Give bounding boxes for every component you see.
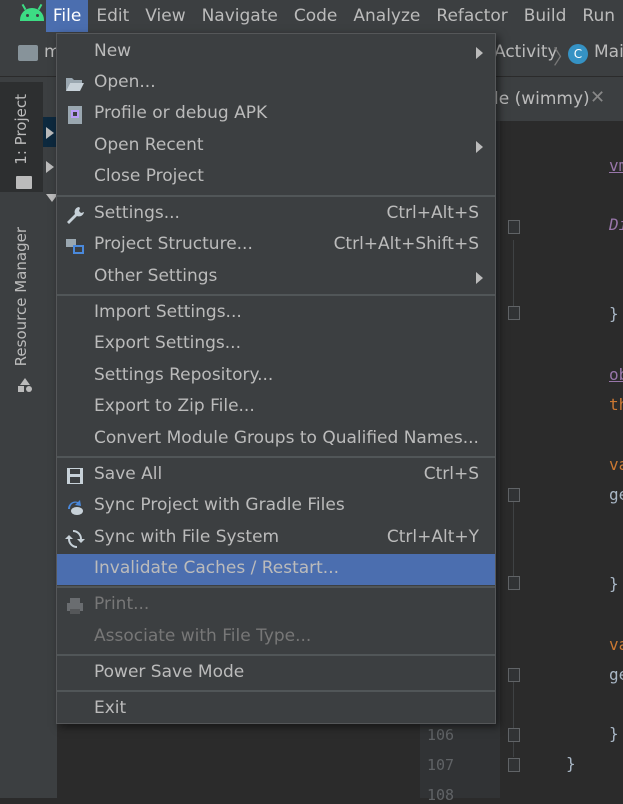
menu-separator <box>57 294 495 296</box>
code-token[interactable]: vm <box>609 156 623 175</box>
menu-item-exit[interactable]: Exit <box>57 694 495 725</box>
sync-icon <box>65 530 85 548</box>
menu-item-export-zip[interactable]: Export to Zip File... <box>57 392 495 423</box>
close-tab-icon[interactable]: ✕ <box>590 87 605 108</box>
fold-marker-icon[interactable] <box>508 728 520 742</box>
project-tree <box>43 77 58 798</box>
menu-separator <box>57 195 495 197</box>
resource-manager-tab[interactable]: Resource Manager <box>0 227 43 367</box>
code-token[interactable]: ge <box>609 485 623 504</box>
editor-tab[interactable]: le (wimmy) <box>494 89 590 109</box>
fold-marker-icon[interactable] <box>508 668 520 682</box>
menu-item-save-all[interactable]: Save All Ctrl+S <box>57 460 495 491</box>
menu-code[interactable]: Code <box>286 0 346 32</box>
menu-item-profile-apk[interactable]: Profile or debug APK <box>57 99 495 130</box>
menu-edit[interactable]: Edit <box>88 0 137 32</box>
fold-marker-icon[interactable] <box>508 576 520 590</box>
project-structure-icon <box>66 239 84 254</box>
wrench-icon <box>67 207 84 224</box>
save-icon <box>67 468 83 484</box>
left-tool-strip: 1: Project Resource Manager <box>0 77 43 798</box>
submenu-arrow-icon <box>476 272 483 284</box>
project-folder-icon <box>16 176 32 189</box>
menu-item-power-save-mode[interactable]: Power Save Mode <box>57 658 495 689</box>
menu-separator <box>57 654 495 656</box>
menu-item-project-structure[interactable]: Project Structure... Ctrl+Alt+Shift+S <box>57 230 495 261</box>
code-token[interactable]: va <box>609 635 623 654</box>
menu-run[interactable]: Run <box>574 0 623 32</box>
menu-build[interactable]: Build <box>516 0 575 32</box>
breadcrumb-activity[interactable]: Activity <box>494 42 558 62</box>
apk-icon <box>68 106 82 124</box>
tree-expand-icon[interactable] <box>46 127 54 139</box>
menu-item-import-settings[interactable]: Import Settings... <box>57 298 495 329</box>
code-token[interactable]: va <box>609 455 623 474</box>
file-menu-dropdown: New Open... Profile or debug APK Open Re… <box>56 33 496 724</box>
project-tab-label: 1: Project <box>12 94 30 165</box>
tree-expand-icon[interactable] <box>46 161 54 173</box>
menu-item-new[interactable]: New <box>57 37 495 68</box>
code-token[interactable]: ob <box>609 365 623 384</box>
fold-guide <box>513 682 514 757</box>
menu-item-export-settings[interactable]: Export Settings... <box>57 329 495 360</box>
android-studio-logo-icon <box>0 0 44 32</box>
menu-file[interactable]: File <box>45 0 89 32</box>
menu-item-sync-filesystem[interactable]: Sync with File System Ctrl+Alt+Y <box>57 523 495 554</box>
menu-item-associate-file-type[interactable]: Associate with File Type... <box>57 622 495 653</box>
menu-separator <box>57 586 495 588</box>
editor-tab-bar: le (wimmy) ✕ <box>494 77 623 121</box>
menu-item-close-project[interactable]: Close Project <box>57 162 495 193</box>
resource-manager-label: Resource Manager <box>12 227 30 367</box>
breadcrumb-file[interactable]: Mai <box>594 42 623 62</box>
menu-item-settings[interactable]: Settings... Ctrl+Alt+S <box>57 199 495 230</box>
menu-refactor[interactable]: Refactor <box>428 0 515 32</box>
line-number: 107 <box>427 756 455 774</box>
line-number: 106 <box>427 726 455 744</box>
fold-marker-icon[interactable] <box>508 758 520 772</box>
project-tool-tab[interactable]: 1: Project <box>0 82 43 192</box>
submenu-arrow-icon <box>476 47 483 59</box>
main-menu-bar: File Edit View Navigate Code Analyze Ref… <box>0 0 623 32</box>
menu-view[interactable]: View <box>137 0 193 32</box>
menu-separator <box>57 690 495 692</box>
fold-marker-icon[interactable] <box>508 306 520 320</box>
folder-icon <box>18 45 38 61</box>
menu-analyze[interactable]: Analyze <box>345 0 428 32</box>
menu-item-settings-repository[interactable]: Settings Repository... <box>57 361 495 392</box>
print-icon <box>67 598 83 614</box>
fold-guide <box>513 240 514 308</box>
menu-item-open[interactable]: Open... <box>57 68 495 99</box>
folder-open-icon <box>66 78 84 91</box>
kotlin-class-icon: C <box>568 44 588 64</box>
code-token[interactable]: } <box>609 724 619 743</box>
code-token[interactable]: th <box>609 395 623 414</box>
code-token[interactable]: Di <box>609 215 623 234</box>
menu-item-invalidate-caches[interactable]: Invalidate Caches / Restart... <box>57 554 495 585</box>
gradle-sync-icon <box>68 500 83 515</box>
menu-item-sync-gradle[interactable]: Sync Project with Gradle Files <box>57 491 495 522</box>
menu-item-convert-module-groups[interactable]: Convert Module Groups to Qualified Names… <box>57 424 495 455</box>
fold-marker-icon[interactable] <box>508 220 520 234</box>
code-token[interactable]: } <box>566 754 576 773</box>
menu-navigate[interactable]: Navigate <box>194 0 286 32</box>
menu-separator <box>57 456 495 458</box>
line-number: 108 <box>427 786 455 804</box>
fold-marker-icon[interactable] <box>508 488 520 502</box>
code-token[interactable]: ge <box>609 665 623 684</box>
fold-guide <box>513 500 514 580</box>
code-token[interactable]: } <box>609 304 619 323</box>
menu-item-other-settings[interactable]: Other Settings <box>57 262 495 293</box>
resource-manager-icon <box>18 378 32 392</box>
menu-item-print[interactable]: Print... <box>57 590 495 621</box>
menu-item-open-recent[interactable]: Open Recent <box>57 131 495 162</box>
code-token[interactable]: } <box>609 574 619 593</box>
submenu-arrow-icon <box>476 141 483 153</box>
